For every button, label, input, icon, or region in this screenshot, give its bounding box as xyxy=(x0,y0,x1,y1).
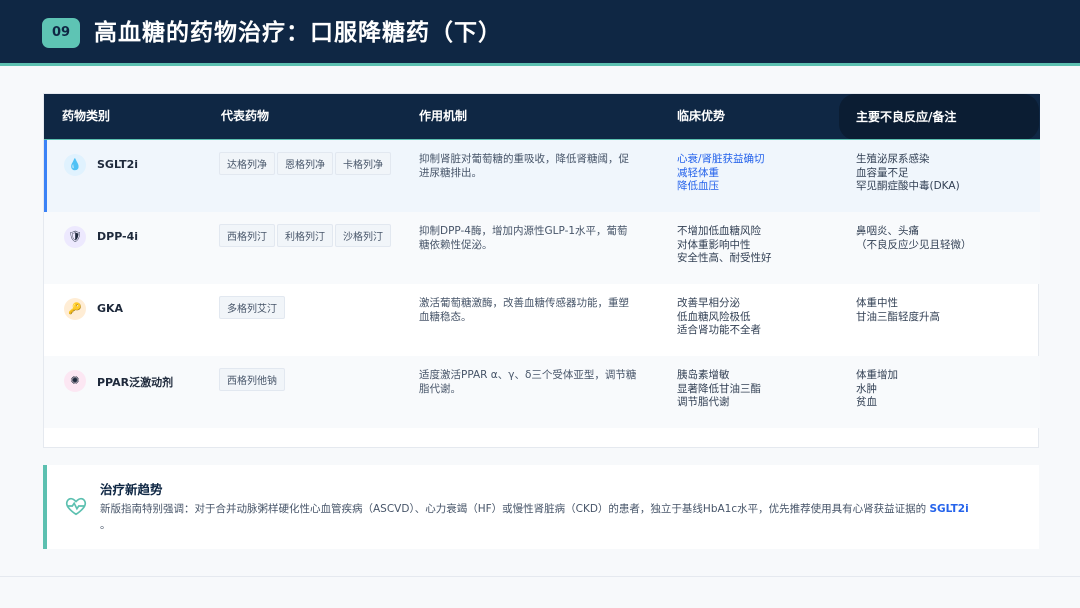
mechanism-text: 激活葡萄糖激酶，改善血糖传感器功能，重塑 血糖稳态。 xyxy=(419,297,647,324)
mechanism-line: 血糖稳态。 xyxy=(419,310,472,323)
drug-class-name: DPP-4i xyxy=(97,230,139,243)
mechanism-text: 适度激活PPAR α、γ、δ三个受体亚型，调节糖 脂代谢。 xyxy=(419,369,647,396)
table-row[interactable]: 💧 SGLT2i 达格列净 恩格列净 卡格列净 抑制肾脏对葡萄糖的重吸收，降低肾糖阈，促进… xyxy=(44,140,1040,212)
advantage-item: 胰岛素增敏 xyxy=(677,369,730,381)
mechanism-line: 抑制肾脏对葡萄糖的重吸收，降低肾糖阈，促 xyxy=(419,153,629,165)
column-header-mechanism: 作用机制 xyxy=(419,109,468,123)
drug-tags: 西格列汀 利格列汀 沙格列汀 xyxy=(219,224,409,251)
notes-list: 生殖泌尿系感染 血容量不足 罕见酮症酸中毒(DKA) xyxy=(856,153,1036,194)
advantage-item: 降低血压 xyxy=(677,180,719,192)
drug-tag: 卡格列净 xyxy=(335,152,391,175)
drug-table: 药物类别 代表药物 作用机制 临床优势 主要不良反应/备注 💧 SGLT2i 达格列… xyxy=(43,93,1040,448)
table-row[interactable]: ✺ PPAR泛激动剂 西格列他钠 适度激活PPAR α、γ、δ三个受体亚型，调节糖 脂代… xyxy=(44,356,1040,428)
slide-header: 09 高血糖的药物治疗：口服降糖药（下） xyxy=(0,0,1080,66)
mechanism-line: 脂代谢。 xyxy=(419,382,461,395)
drug-tags: 西格列他钠 xyxy=(219,368,409,395)
table-header: 药物类别 代表药物 作用机制 临床优势 主要不良反应/备注 xyxy=(44,94,1040,140)
drug-tag: 西格列汀 xyxy=(219,224,275,247)
drug-class-name: GKA xyxy=(97,302,124,315)
mechanism-text: 抑制肾脏对葡萄糖的重吸收，降低肾糖阈，促 进尿糖排出。 xyxy=(419,153,647,180)
advantage-item: 减轻体重 xyxy=(677,166,719,179)
note-item: 体重中性 xyxy=(856,297,898,309)
advantage-item: 心衰/肾脏获益确切 xyxy=(677,153,765,165)
drug-tag: 沙格列汀 xyxy=(335,224,391,247)
drug-tags: 多格列艾汀 xyxy=(219,296,409,323)
note-item: 水肿 xyxy=(856,382,877,395)
note-item: 甘油三酯轻度升高 xyxy=(856,310,940,323)
drug-tag: 恩格列净 xyxy=(277,152,333,175)
advantage-item: 调节脂代谢 xyxy=(677,396,730,408)
note-item: 体重增加 xyxy=(856,369,898,381)
drug-class-name: PPAR泛激动剂 xyxy=(97,376,174,389)
advantages-list: 胰岛素增敏 显著降低甘油三酯 调节脂代谢 xyxy=(677,369,847,410)
mechanism-line: 糖依赖性促泌。 xyxy=(419,238,493,251)
advantage-item: 改善早相分泌 xyxy=(677,297,740,309)
note-item: 贫血 xyxy=(856,396,877,408)
advantages-list: 心衰/肾脏获益确切 减轻体重 降低血压 xyxy=(677,153,847,194)
column-header-drugs: 代表药物 xyxy=(221,109,270,123)
section-number-badge: 09 xyxy=(42,18,80,48)
drug-class-name: SGLT2i xyxy=(97,158,139,171)
drug-tag: 利格列汀 xyxy=(277,224,333,247)
page-title: 高血糖的药物治疗：口服降糖药（下） xyxy=(94,19,502,46)
virus-icon: ✺ xyxy=(64,370,86,392)
trend-text-end: 。 xyxy=(100,519,111,531)
heart-pulse-icon xyxy=(65,497,87,516)
mechanism-text: 抑制DPP-4酶，增加内源性GLP-1水平，葡萄 糖依赖性促泌。 xyxy=(419,225,647,252)
mechanism-line: 抑制DPP-4酶，增加内源性GLP-1水平，葡萄 xyxy=(419,225,628,237)
drug-tags: 达格列净 恩格列净 卡格列净 xyxy=(219,152,409,179)
advantages-list: 不增加低血糖风险 对体重影响中性 安全性高、耐受性好 xyxy=(677,225,847,266)
footer-divider xyxy=(0,576,1080,577)
mechanism-line: 适度激活PPAR α、γ、δ三个受体亚型，调节糖 xyxy=(419,369,637,381)
mechanism-line: 激活葡萄糖激酶，改善血糖传感器功能，重塑 xyxy=(419,297,629,309)
drug-tag: 达格列净 xyxy=(219,152,275,175)
trend-callout: 治疗新趋势 新版指南特别强调：对于合并动脉粥样硬化性心血管疾病（ASCVD）、心… xyxy=(43,465,1039,549)
column-header-advantages: 临床优势 xyxy=(677,109,726,123)
drug-tag: 西格列他钠 xyxy=(219,368,285,391)
column-header-notes: 主要不良反应/备注 xyxy=(839,94,1039,140)
note-item: 罕见酮症酸中毒(DKA) xyxy=(856,180,960,192)
advantage-item: 适合肾功能不全者 xyxy=(677,324,761,336)
drug-tag: 多格列艾汀 xyxy=(219,296,285,319)
key-icon: 🔑 xyxy=(64,298,86,320)
advantage-item: 低血糖风险极低 xyxy=(677,310,751,323)
advantage-item: 显著降低甘油三酯 xyxy=(677,382,761,395)
table-row[interactable]: 🛡 DPP-4i 西格列汀 利格列汀 沙格列汀 抑制DPP-4酶，增加内源性GLP-1水平… xyxy=(44,212,1040,284)
advantage-item: 安全性高、耐受性好 xyxy=(677,252,772,264)
advantages-list: 改善早相分泌 低血糖风险极低 适合肾功能不全者 xyxy=(677,297,847,338)
trend-text-body: 新版指南特别强调：对于合并动脉粥样硬化性心血管疾病（ASCVD）、心力衰竭（HF… xyxy=(100,503,927,515)
table-row[interactable]: 🔑 GKA 多格列艾汀 激活葡萄糖激酶，改善血糖传感器功能，重塑 血糖稳态。 改善早相分泌… xyxy=(44,284,1040,356)
shield-icon: 🛡 xyxy=(64,226,86,248)
trend-text: 新版指南特别强调：对于合并动脉粥样硬化性心血管疾病（ASCVD）、心力衰竭（HF… xyxy=(100,501,1028,533)
mechanism-line: 进尿糖排出。 xyxy=(419,166,482,179)
note-item: （不良反应少见且轻微） xyxy=(856,238,972,251)
note-item: 鼻咽炎、头痛 xyxy=(856,225,919,237)
note-item: 生殖泌尿系感染 xyxy=(856,153,930,165)
water-drop-icon: 💧 xyxy=(64,154,86,176)
advantage-item: 对体重影响中性 xyxy=(677,238,751,251)
advantage-item: 不增加低血糖风险 xyxy=(677,225,761,237)
trend-highlight: SGLT2i xyxy=(929,503,969,515)
trend-title: 治疗新趋势 xyxy=(100,482,163,497)
note-item: 血容量不足 xyxy=(856,166,909,179)
notes-list: 体重增加 水肿 贫血 xyxy=(856,369,1036,410)
notes-list: 鼻咽炎、头痛 （不良反应少见且轻微） xyxy=(856,225,1036,252)
notes-list: 体重中性 甘油三酯轻度升高 xyxy=(856,297,1036,324)
column-header-class: 药物类别 xyxy=(62,109,111,123)
